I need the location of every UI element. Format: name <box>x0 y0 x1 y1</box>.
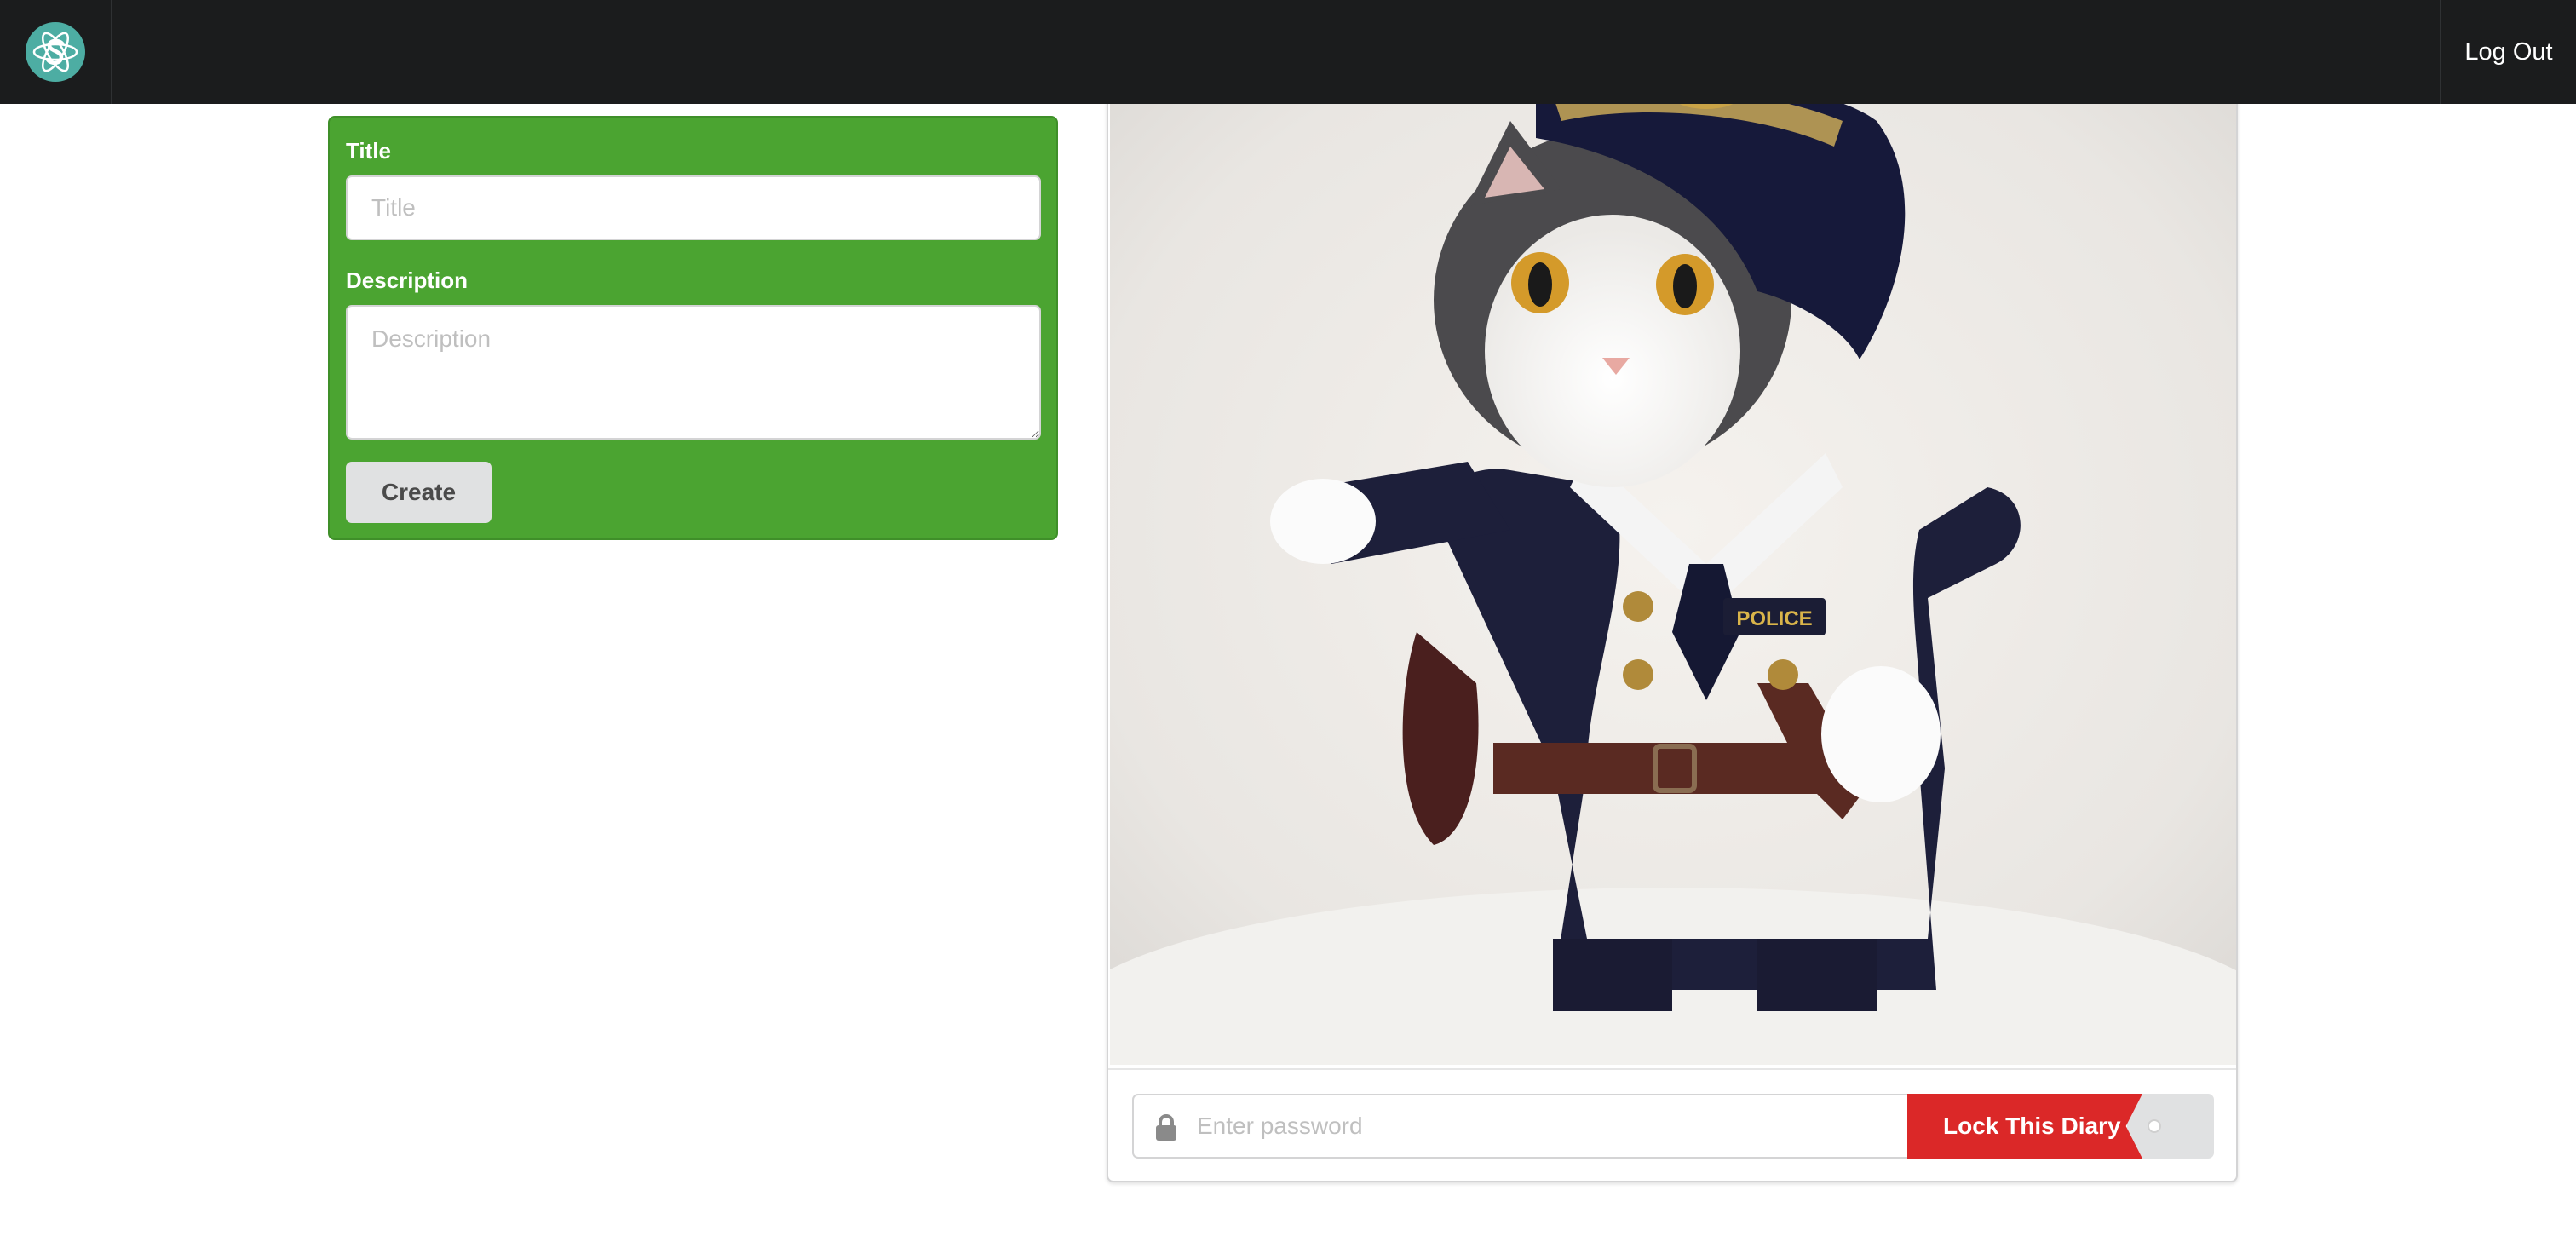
description-textarea[interactable] <box>346 305 1041 440</box>
create-diary-form: Title Description Create <box>328 116 1058 540</box>
lock-icon <box>1156 1114 1176 1141</box>
diary-card: POLICE Lock This Diary <box>1107 85 2238 1182</box>
svg-text:POLICE: POLICE <box>1736 607 1812 630</box>
title-input[interactable] <box>346 175 1041 240</box>
description-label: Description <box>346 267 469 293</box>
cat-police-costume-image: POLICE <box>1110 87 2236 1065</box>
card-divider <box>1108 1068 2236 1070</box>
lock-diary-button[interactable]: Lock This Diary <box>1907 1094 2142 1159</box>
brand-logo[interactable] <box>0 0 112 104</box>
app-logo-icon <box>26 22 85 82</box>
create-button[interactable]: Create <box>346 462 492 523</box>
password-field <box>1132 1094 1909 1159</box>
top-navbar: Log Out <box>0 0 2576 104</box>
password-input[interactable] <box>1197 1102 1895 1150</box>
lock-toggle-knob <box>2148 1119 2161 1133</box>
lock-toggle[interactable] <box>2127 1094 2214 1159</box>
logout-button[interactable]: Log Out <box>2440 0 2576 104</box>
title-label: Title <box>346 138 391 164</box>
